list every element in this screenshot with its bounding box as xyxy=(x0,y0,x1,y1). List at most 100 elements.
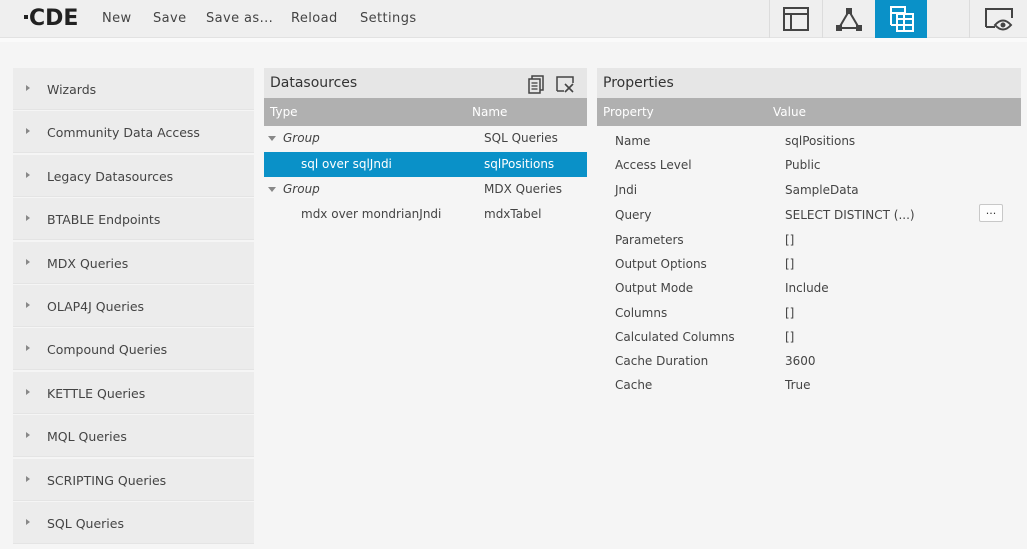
properties-panel: Properties Property Value Name sqlPositi… xyxy=(597,68,1021,548)
sidebar-item-label: OLAP4J Queries xyxy=(47,298,145,314)
datasources-view-button[interactable] xyxy=(875,0,927,38)
datasources-panel-header: Datasources xyxy=(264,68,587,98)
property-name: Access Level xyxy=(615,158,692,172)
datasources-title: Datasources xyxy=(270,75,358,91)
properties-column-header: Property Value xyxy=(597,98,1021,126)
datasource-name: MDX Queries xyxy=(484,182,562,196)
caret-right-icon xyxy=(26,388,30,395)
sidebar-item-compound-queries[interactable]: Compound Queries xyxy=(13,328,254,371)
properties-title: Properties xyxy=(603,75,674,91)
datasource-row[interactable]: mdx over mondrianJndi mdxTabel xyxy=(264,202,587,227)
property-value[interactable]: [] xyxy=(785,330,794,344)
components-icon xyxy=(835,8,862,31)
caret-right-icon xyxy=(26,432,30,439)
property-row-calculated-columns[interactable]: Calculated Columns [] xyxy=(597,327,1021,351)
caret-right-icon xyxy=(26,171,30,178)
save-as-button[interactable]: Save as... xyxy=(206,11,273,26)
top-toolbar: CDE New Save Save as... Reload Settings xyxy=(0,0,1027,38)
datasource-type: Group xyxy=(283,131,320,145)
sidebar-item-label: MDX Queries xyxy=(47,255,129,271)
sidebar-item-legacy-datasources[interactable]: Legacy Datasources xyxy=(13,154,254,197)
property-name: Cache Duration xyxy=(615,354,709,368)
property-value[interactable]: SampleData xyxy=(785,183,859,197)
caret-right-icon xyxy=(26,85,30,91)
property-name: Parameters xyxy=(615,233,684,247)
components-view-button[interactable] xyxy=(822,0,874,38)
property-row-query[interactable]: Query SELECT DISTINCT (...) ... xyxy=(597,204,1021,228)
property-value[interactable]: Include xyxy=(785,281,829,295)
property-name: Query xyxy=(615,208,652,222)
sidebar-item-label: MQL Queries xyxy=(47,429,127,445)
caret-right-icon xyxy=(26,301,30,308)
property-name: Cache xyxy=(615,378,653,392)
datasource-type: sql over sqlJndi xyxy=(301,157,392,171)
sidebar-item-sql-queries[interactable]: SQL Queries xyxy=(13,501,254,544)
datasources-panel: Datasources Type Name Group SQL Queries … xyxy=(264,68,587,548)
sidebar-item-label: SCRIPTING Queries xyxy=(47,472,167,488)
preview-view-button[interactable] xyxy=(969,0,1027,38)
datasource-name: SQL Queries xyxy=(484,131,558,145)
property-value[interactable]: Public xyxy=(785,158,821,172)
datasource-type-list: Wizards Community Data Access Legacy Dat… xyxy=(13,68,254,545)
property-row-name[interactable]: Name sqlPositions xyxy=(597,131,1021,155)
datasource-type: mdx over mondrianJndi xyxy=(301,207,442,221)
sidebar-item-label: BTABLE Endpoints xyxy=(47,212,161,228)
datasources-column-header: Type Name xyxy=(264,98,587,126)
layout-view-button[interactable] xyxy=(769,0,821,38)
property-value[interactable]: [] xyxy=(785,306,794,320)
sidebar-item-olap4j-queries[interactable]: OLAP4J Queries xyxy=(13,284,254,327)
properties-panel-header: Properties xyxy=(597,68,1021,98)
datasources-icon xyxy=(889,6,914,32)
sidebar-item-label: SQL Queries xyxy=(47,515,124,531)
sidebar-item-btable-endpoints[interactable]: BTABLE Endpoints xyxy=(13,198,254,241)
new-button[interactable]: New xyxy=(102,11,132,26)
cde-logo: CDE xyxy=(24,5,78,33)
column-header-value: Value xyxy=(773,105,806,119)
property-row-jndi[interactable]: Jndi SampleData xyxy=(597,180,1021,204)
property-row-cache[interactable]: Cache True xyxy=(597,375,1021,399)
sidebar-item-kettle-queries[interactable]: KETTLE Queries xyxy=(13,371,254,414)
sidebar-item-mdx-queries[interactable]: MDX Queries xyxy=(13,241,254,284)
caret-right-icon xyxy=(26,345,30,352)
reload-button[interactable]: Reload xyxy=(291,11,338,26)
property-name: Columns xyxy=(615,306,668,320)
property-name: Jndi xyxy=(615,183,638,197)
property-value[interactable]: True xyxy=(785,378,811,392)
duplicate-icon[interactable] xyxy=(526,74,546,94)
delete-icon[interactable] xyxy=(555,74,575,94)
datasource-type: Group xyxy=(283,182,320,196)
sidebar-item-mql-queries[interactable]: MQL Queries xyxy=(13,415,254,458)
datasource-row-selected[interactable]: sql over sqlJndi sqlPositions xyxy=(264,152,587,177)
preview-icon xyxy=(984,8,1013,31)
expand-triangle-icon[interactable] xyxy=(268,187,276,192)
datasource-group-row[interactable]: Group SQL Queries xyxy=(264,126,587,151)
save-button[interactable]: Save xyxy=(153,11,187,26)
sidebar-item-label: KETTLE Queries xyxy=(47,385,146,401)
sidebar-item-label: Wizards xyxy=(47,82,97,97)
property-row-output-options[interactable]: Output Options [] xyxy=(597,254,1021,278)
property-value[interactable]: sqlPositions xyxy=(785,134,855,148)
layout-icon xyxy=(782,7,809,31)
property-value[interactable]: SELECT DISTINCT (...) xyxy=(785,208,915,222)
edit-query-button[interactable]: ... xyxy=(979,204,1003,222)
sidebar-item-wizards[interactable]: Wizards xyxy=(13,68,254,110)
column-header-type: Type xyxy=(270,105,298,119)
column-header-property: Property xyxy=(603,105,654,119)
toolbar-underline xyxy=(0,38,1027,42)
property-row-columns[interactable]: Columns [] xyxy=(597,303,1021,327)
property-row-access-level[interactable]: Access Level Public xyxy=(597,155,1021,179)
caret-right-icon xyxy=(26,215,30,222)
sidebar-item-community-data-access[interactable]: Community Data Access xyxy=(13,111,254,154)
sidebar-item-label: Legacy Datasources xyxy=(47,168,174,184)
settings-button[interactable]: Settings xyxy=(360,11,417,26)
expand-triangle-icon[interactable] xyxy=(268,136,276,141)
property-value[interactable]: 3600 xyxy=(785,354,816,368)
property-name: Name xyxy=(615,134,651,148)
datasource-group-row[interactable]: Group MDX Queries xyxy=(264,177,587,202)
property-row-output-mode[interactable]: Output Mode Include xyxy=(597,278,1021,302)
sidebar-item-scripting-queries[interactable]: SCRIPTING Queries xyxy=(13,458,254,501)
property-row-parameters[interactable]: Parameters [] xyxy=(597,230,1021,254)
property-row-cache-duration[interactable]: Cache Duration 3600 xyxy=(597,351,1021,375)
property-value[interactable]: [] xyxy=(785,233,794,247)
property-value[interactable]: [] xyxy=(785,257,794,271)
